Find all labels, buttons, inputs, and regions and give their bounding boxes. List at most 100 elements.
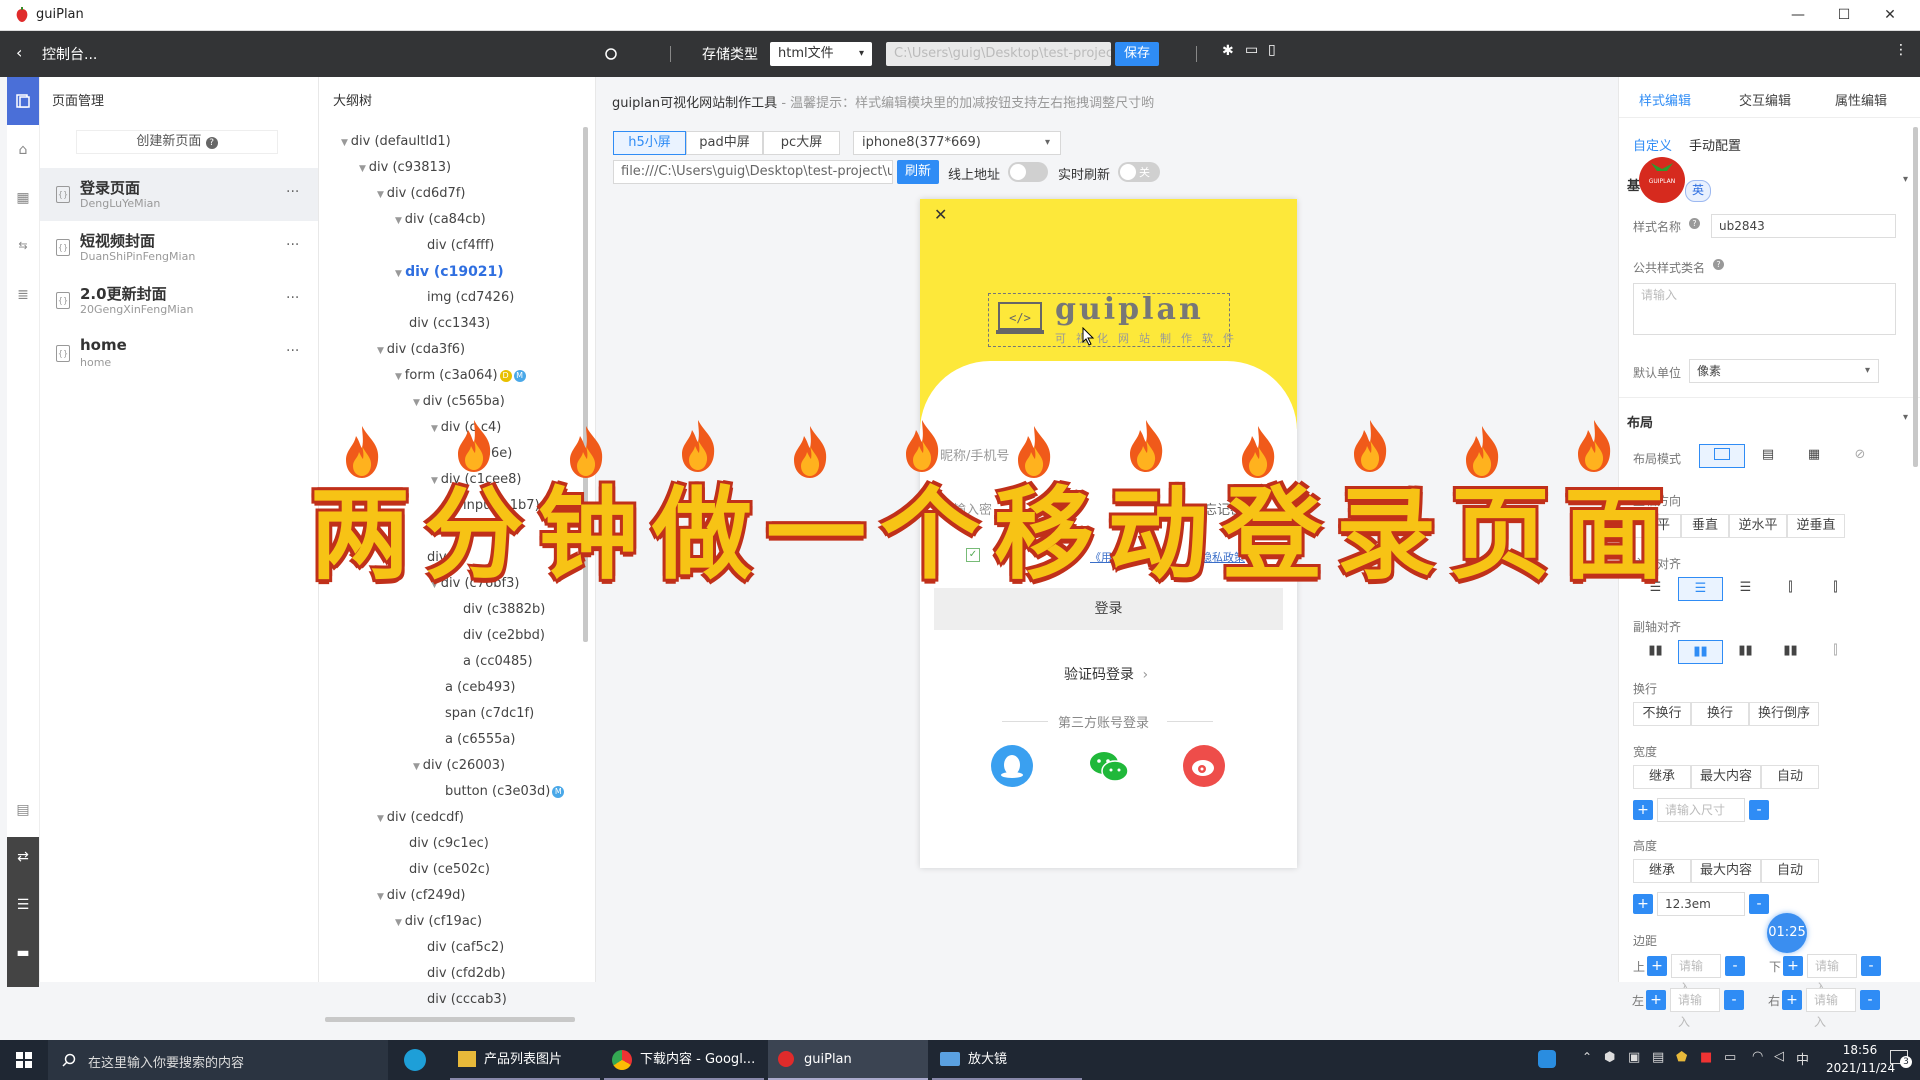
main-align-between[interactable]: ⫿ xyxy=(1768,577,1813,601)
storage-type-select[interactable]: html文件 ▾ xyxy=(770,42,872,66)
cross-align-stretch[interactable]: ▮▮ xyxy=(1768,640,1813,664)
collapse-chevron-icon[interactable]: ▾ xyxy=(1903,174,1908,185)
expand-caret-icon[interactable]: ▼ xyxy=(395,216,405,226)
cross-align-start[interactable]: ▮▮ xyxy=(1633,640,1678,664)
layout-icon[interactable]: ▦ xyxy=(7,190,39,206)
expand-caret-icon[interactable]: ▼ xyxy=(377,346,387,356)
tree-node[interactable]: div (ce2bbd) xyxy=(449,628,545,643)
tray-chevron-up-icon[interactable]: ⌃ xyxy=(1582,1050,1592,1064)
main-align-end[interactable]: ☰ xyxy=(1723,577,1768,601)
create-page-button[interactable]: 创建新页面 ? xyxy=(76,130,278,154)
tray-app-icon-2[interactable]: ▣ xyxy=(1628,1050,1640,1065)
margin-top-input[interactable]: 请输入 xyxy=(1671,954,1721,995)
margin-bottom-minus[interactable]: - xyxy=(1861,956,1881,976)
main-align-center[interactable]: ☰ xyxy=(1678,577,1723,601)
tree-node[interactable]: div (cc1343) xyxy=(395,316,490,331)
height-auto[interactable]: 自动 xyxy=(1761,859,1819,883)
layout-mode-flex[interactable]: ▤ xyxy=(1745,444,1791,468)
margin-top-plus[interactable]: + xyxy=(1647,956,1667,976)
taskbar-app-magnifier[interactable]: 放大镜 xyxy=(932,1040,1082,1080)
online-url-toggle[interactable] xyxy=(1008,162,1048,182)
username-input[interactable]: 昵称/手机号 xyxy=(940,445,1009,464)
height-minus-button[interactable]: - xyxy=(1749,894,1769,914)
folder-icon[interactable]: ▭ xyxy=(1245,42,1258,58)
interaction-icon[interactable]: ⇆ xyxy=(7,239,39,252)
taskbar-search-box[interactable]: 在这里输入你要搜索的内容 xyxy=(48,1040,388,1080)
maximize-button[interactable]: ☐ xyxy=(1824,3,1864,27)
bug-icon[interactable]: ✱ xyxy=(1222,43,1234,59)
windows-start-icon[interactable] xyxy=(16,1052,32,1068)
tree-node[interactable]: ▼ div (cd6d7f) xyxy=(377,186,465,201)
wrap-reverse[interactable]: 换行倒序 xyxy=(1749,702,1819,726)
common-class-textarea[interactable]: 请输入 xyxy=(1633,283,1896,335)
layout-mode-grid[interactable]: ▦ xyxy=(1791,444,1837,468)
expand-caret-icon[interactable]: ▼ xyxy=(395,269,405,279)
main-axis-vertical[interactable]: 垂直 xyxy=(1681,514,1729,538)
page-more-button[interactable]: ... xyxy=(286,339,299,355)
sms-login-link[interactable]: 验证码登录 › xyxy=(1064,664,1148,684)
height-inherit[interactable]: 继承 xyxy=(1633,859,1691,883)
expand-caret-icon[interactable]: ▼ xyxy=(395,918,405,928)
tray-wifi-icon[interactable]: ◠ xyxy=(1752,1049,1763,1064)
tree-node[interactable]: div (cf4fff) xyxy=(413,238,494,253)
margin-left-input[interactable]: 请输入 xyxy=(1670,988,1720,1029)
expand-caret-icon[interactable]: ▼ xyxy=(377,814,387,824)
property-scrollbar[interactable] xyxy=(1913,127,1918,467)
preview-url-input[interactable]: file:///C:\Users\guig\Desktop\test-proje… xyxy=(613,160,893,184)
page-more-button[interactable]: ... xyxy=(286,286,299,302)
back-icon[interactable]: ‹ xyxy=(16,43,22,62)
height-plus-button[interactable]: + xyxy=(1633,894,1653,914)
margin-bottom-plus[interactable]: + xyxy=(1783,956,1803,976)
wechat-login-icon[interactable] xyxy=(1087,745,1131,787)
refresh-button[interactable]: 刷新 xyxy=(897,160,939,184)
margin-top-minus[interactable]: - xyxy=(1725,956,1745,976)
components-icon[interactable]: ⌂ xyxy=(7,142,39,158)
expand-caret-icon[interactable]: ▼ xyxy=(413,398,423,408)
taskbar-date[interactable]: 2021/11/24 xyxy=(1826,1061,1895,1075)
data-icon[interactable]: ≣ xyxy=(7,287,39,303)
cross-align-end[interactable]: ▮▮ xyxy=(1723,640,1768,664)
panel-icon[interactable]: ▬ xyxy=(7,945,39,961)
swap-icon[interactable]: ⇄ xyxy=(7,849,39,865)
screen-tab-h5[interactable]: h5小屏 xyxy=(613,131,686,155)
qq-login-icon[interactable] xyxy=(991,745,1033,787)
page-item-update-cover[interactable]: {} 2.0更新封面 20GengXinFengMian ... xyxy=(40,274,318,327)
margin-left-minus[interactable]: - xyxy=(1724,990,1744,1010)
tree-node[interactable]: div (cfd2db) xyxy=(413,966,506,981)
tree-node[interactable]: div (caf5c2) xyxy=(413,940,504,955)
tree-hscrollbar[interactable] xyxy=(325,1017,575,1022)
tree-node[interactable]: div (c9c1ec) xyxy=(395,836,489,851)
style-name-input[interactable]: ub2843 xyxy=(1711,214,1896,238)
taskbar-app-folder[interactable]: 产品列表图片 xyxy=(450,1040,600,1080)
layout-mode-hidden[interactable]: ⊘ xyxy=(1837,444,1883,468)
tree-node[interactable]: div (cccab3) xyxy=(413,992,507,1007)
tab-style-edit[interactable]: 样式编辑 xyxy=(1639,90,1691,109)
taskbar-app-guiplan[interactable]: guiPlan xyxy=(768,1040,928,1080)
tab-attribute-edit[interactable]: 属性编辑 xyxy=(1835,90,1887,109)
tray-app-icon-1[interactable]: ⬢ xyxy=(1604,1050,1615,1065)
list-icon[interactable]: ☰ xyxy=(7,897,39,913)
width-minus-button[interactable]: - xyxy=(1749,800,1769,820)
taskbar-time[interactable]: 18:56 xyxy=(1830,1043,1890,1057)
subtab-manual[interactable]: 手动配置 xyxy=(1689,135,1741,154)
screen-tab-pad[interactable]: pad中屏 xyxy=(686,131,763,155)
file-icon[interactable]: ▯ xyxy=(1268,42,1276,58)
main-axis-reverse-vertical[interactable]: 逆垂直 xyxy=(1787,514,1845,538)
minimize-button[interactable]: — xyxy=(1778,3,1818,27)
page-item-login[interactable]: {} 登录页面 DengLuYeMian ... xyxy=(40,168,318,221)
save-path-input[interactable]: C:\Users\guig\Desktop\test-project xyxy=(886,42,1111,66)
live-refresh-toggle[interactable]: 关 xyxy=(1118,162,1160,182)
wrap-nowrap[interactable]: 不换行 xyxy=(1633,702,1691,726)
default-unit-select[interactable]: 像素 ▾ xyxy=(1689,359,1879,383)
wrap-wrap[interactable]: 换行 xyxy=(1691,702,1749,726)
margin-right-input[interactable]: 请输入 xyxy=(1806,988,1856,1029)
expand-caret-icon[interactable]: ▼ xyxy=(413,762,423,772)
layout-mode-block[interactable] xyxy=(1699,444,1745,468)
device-select[interactable]: iphone8(377*669) ▾ xyxy=(853,131,1061,155)
width-input[interactable]: 请输入尺寸 xyxy=(1657,798,1745,822)
main-align-around[interactable]: ⫿ xyxy=(1813,577,1858,601)
margin-right-minus[interactable]: - xyxy=(1860,990,1880,1010)
tray-app-icon-3[interactable]: ▤ xyxy=(1652,1050,1664,1065)
edge-browser-icon[interactable] xyxy=(404,1049,426,1071)
tray-qq-icon[interactable] xyxy=(1538,1050,1556,1068)
